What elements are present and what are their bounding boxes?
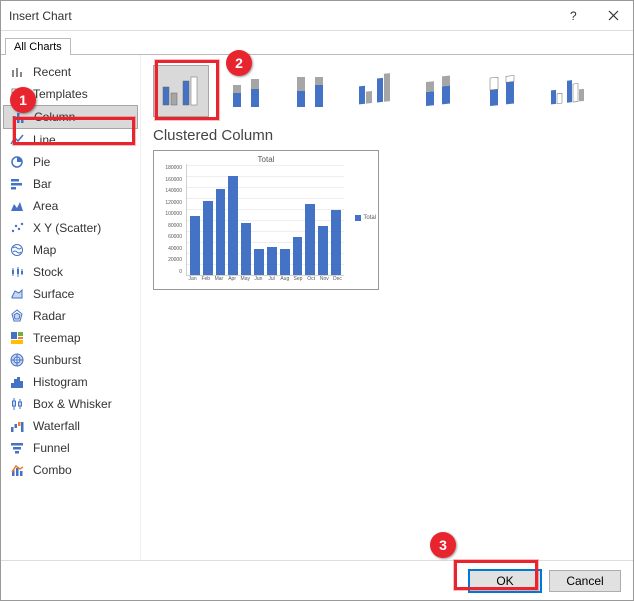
chart-type-label: Combo [33, 463, 72, 477]
preview-bar [305, 204, 315, 275]
chart-type-label: Histogram [33, 375, 88, 389]
chart-type-label: Treemap [33, 331, 81, 345]
subtype-3d-100-stacked-column[interactable] [477, 70, 529, 112]
histogram-chart-icon [9, 374, 25, 390]
chart-type-stock[interactable]: Stock [3, 261, 138, 283]
chart-type-label: Stock [33, 265, 63, 279]
cancel-button[interactable]: Cancel [549, 570, 621, 592]
chart-type-label: Area [33, 199, 58, 213]
subtype-stacked-column[interactable] [221, 70, 273, 112]
box-whisker-icon [9, 396, 25, 412]
preview-bars [186, 164, 344, 276]
sunburst-chart-icon [9, 352, 25, 368]
close-button[interactable] [593, 1, 633, 31]
chart-type-label: Surface [33, 287, 74, 301]
chart-type-label: Sunburst [33, 353, 81, 367]
chart-type-waterfall[interactable]: Waterfall [3, 415, 138, 437]
preview-legend: Total [355, 215, 376, 221]
preview-bar [293, 237, 303, 275]
ok-button[interactable]: OK [469, 570, 541, 592]
chart-type-combo[interactable]: Combo [3, 459, 138, 481]
subtype-3d-clustered-column[interactable] [349, 70, 401, 112]
preview-bar [228, 176, 238, 275]
bar-chart-icon [9, 176, 25, 192]
radar-chart-icon [9, 308, 25, 324]
subtype-title: Clustered Column [153, 127, 621, 144]
chart-type-label: Pie [33, 155, 50, 169]
chart-type-list: Recent Templates Column Line Pie Bar [1, 55, 141, 560]
preview-bar [241, 223, 251, 275]
preview-bar [331, 210, 341, 275]
chart-type-label: Funnel [33, 441, 70, 455]
line-chart-icon [9, 132, 25, 148]
chart-type-bar[interactable]: Bar [3, 173, 138, 195]
preview-x-axis: JanFebMarAprMayJunJulAugSepOctNovDec [186, 276, 344, 282]
preview-bar [254, 249, 264, 275]
main-panel: Clustered Column Total 18000016000014000… [141, 55, 633, 560]
chart-type-label: Column [34, 110, 75, 124]
chart-type-scatter[interactable]: X Y (Scatter) [3, 217, 138, 239]
preview-y-axis: 1800001600001400001200001000008000060000… [156, 165, 182, 275]
chart-type-label: Waterfall [33, 419, 80, 433]
subtype-3d-column[interactable] [541, 70, 593, 112]
chart-type-map[interactable]: Map [3, 239, 138, 261]
waterfall-chart-icon [9, 418, 25, 434]
preview-chart-title: Total [158, 155, 374, 164]
chart-preview[interactable]: Total 1800001600001400001200001000008000… [153, 150, 379, 290]
surface-chart-icon [9, 286, 25, 302]
stock-chart-icon [9, 264, 25, 280]
chart-type-histogram[interactable]: Histogram [3, 371, 138, 393]
column-subtypes [153, 65, 621, 117]
chart-type-label: Templates [33, 87, 88, 101]
insert-chart-dialog: Insert Chart ? All Charts Recent Templat… [0, 0, 634, 601]
chart-type-label: Map [33, 243, 56, 257]
chart-type-label: Line [33, 133, 56, 147]
chart-type-label: Box & Whisker [33, 397, 112, 411]
chart-type-label: Radar [33, 309, 66, 323]
preview-bar [280, 249, 290, 275]
subtype-3d-stacked-column[interactable] [413, 70, 465, 112]
chart-type-funnel[interactable]: Funnel [3, 437, 138, 459]
window-title: Insert Chart [9, 9, 553, 23]
subtype-clustered-column[interactable] [153, 65, 209, 117]
help-button[interactable]: ? [553, 1, 593, 31]
pie-chart-icon [9, 154, 25, 170]
tab-strip: All Charts [1, 31, 633, 55]
treemap-chart-icon [9, 330, 25, 346]
preview-bar [203, 201, 213, 275]
chart-type-column[interactable]: Column [3, 105, 138, 129]
combo-chart-icon [9, 462, 25, 478]
scatter-chart-icon [9, 220, 25, 236]
chart-type-templates[interactable]: Templates [3, 83, 138, 105]
subtype-100-stacked-column[interactable] [285, 70, 337, 112]
recent-icon [9, 64, 25, 80]
svg-text:?: ? [570, 10, 577, 22]
column-chart-icon [10, 109, 26, 125]
map-chart-icon [9, 242, 25, 258]
area-chart-icon [9, 198, 25, 214]
chart-type-sunburst[interactable]: Sunburst [3, 349, 138, 371]
preview-bar [216, 189, 226, 275]
preview-bar [190, 216, 200, 275]
preview-bar [267, 247, 277, 275]
chart-type-area[interactable]: Area [3, 195, 138, 217]
chart-type-line[interactable]: Line [3, 129, 138, 151]
chart-type-radar[interactable]: Radar [3, 305, 138, 327]
tab-all-charts[interactable]: All Charts [5, 38, 71, 55]
funnel-chart-icon [9, 440, 25, 456]
titlebar: Insert Chart ? [1, 1, 633, 31]
chart-type-label: X Y (Scatter) [33, 221, 101, 235]
preview-bar [318, 226, 328, 275]
chart-type-label: Bar [33, 177, 52, 191]
chart-type-treemap[interactable]: Treemap [3, 327, 138, 349]
chart-type-label: Recent [33, 65, 71, 79]
dialog-footer: OK Cancel [1, 560, 633, 600]
chart-type-pie[interactable]: Pie [3, 151, 138, 173]
templates-icon [9, 86, 25, 102]
chart-type-surface[interactable]: Surface [3, 283, 138, 305]
chart-type-recent[interactable]: Recent [3, 61, 138, 83]
chart-type-box-whisker[interactable]: Box & Whisker [3, 393, 138, 415]
